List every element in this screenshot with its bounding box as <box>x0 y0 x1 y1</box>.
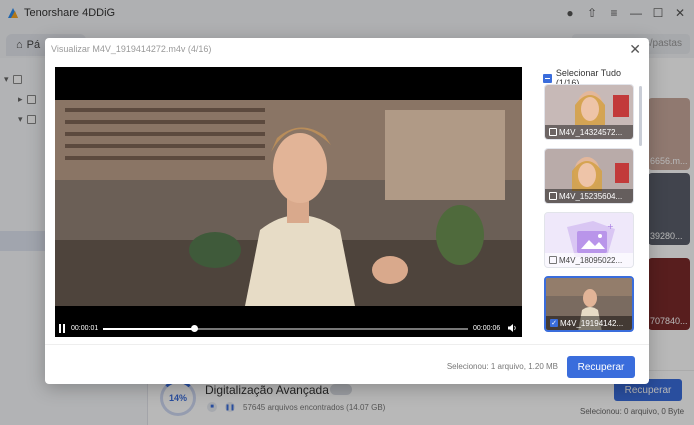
video-controls: 00:00:01 00:00:06 <box>55 320 522 337</box>
thumbnail-list: M4V_14324572... M4V_15235604... + M4V_18… <box>544 84 636 348</box>
thumbnail-item[interactable]: + M4V_18095022... <box>544 212 634 268</box>
pause-icon[interactable] <box>59 324 67 333</box>
thumbnail-scrollbar[interactable] <box>639 86 642 146</box>
selected-info: Selecionou: 1 arquivo, 1.20 MB <box>446 362 558 371</box>
thumbnail-label: M4V_14324572... <box>545 125 633 139</box>
video-frame <box>55 100 522 306</box>
preview-modal: Visualizar M4V_1919414272.m4v (4/16) ✕ 0… <box>45 38 649 384</box>
thumbnail-name: M4V_19194142... <box>560 318 624 328</box>
thumbnail-label: ✓ M4V_19194142... <box>546 316 632 330</box>
recover-button[interactable]: Recuperar <box>567 356 635 378</box>
thumbnail-panel: Selecionar Tudo (1/16) M4V_14324572... M… <box>534 66 646 348</box>
thumbnail-name: M4V_14324572... <box>559 127 623 137</box>
video-player[interactable]: 00:00:01 00:00:06 <box>55 67 522 337</box>
thumbnail-item-selected[interactable]: ✓ M4V_19194142... <box>544 276 634 332</box>
thumbnail-item[interactable]: M4V_15235604... <box>544 148 634 204</box>
svg-text:+: + <box>607 222 614 231</box>
thumbnail-checkbox[interactable] <box>549 128 557 136</box>
close-icon[interactable]: ✕ <box>629 42 641 56</box>
time-total: 00:00:06 <box>473 325 501 332</box>
thumbnail-name: M4V_15235604... <box>559 191 623 201</box>
thumbnail-name: M4V_18095022... <box>559 255 623 265</box>
thumbnail-checkbox[interactable] <box>549 192 557 200</box>
volume-icon[interactable] <box>507 323 517 333</box>
seek-handle[interactable] <box>191 325 199 332</box>
thumbnail-label: M4V_18095022... <box>545 253 633 267</box>
seek-bar-fill <box>103 328 195 330</box>
thumbnail-label: M4V_15235604... <box>545 189 633 203</box>
modal-title: Visualizar M4V_1919414272.m4v (4/16) <box>51 44 212 54</box>
modal-footer: Selecionou: 1 arquivo, 1.20 MB Recuperar <box>45 344 649 384</box>
select-all-check-icon <box>543 73 552 83</box>
thumbnail-item[interactable]: M4V_14324572... <box>544 84 634 140</box>
thumbnail-checkbox[interactable] <box>549 256 557 264</box>
thumbnail-checkbox-checked[interactable]: ✓ <box>550 319 558 327</box>
seek-bar[interactable] <box>103 325 468 332</box>
time-current: 00:00:01 <box>71 325 99 332</box>
